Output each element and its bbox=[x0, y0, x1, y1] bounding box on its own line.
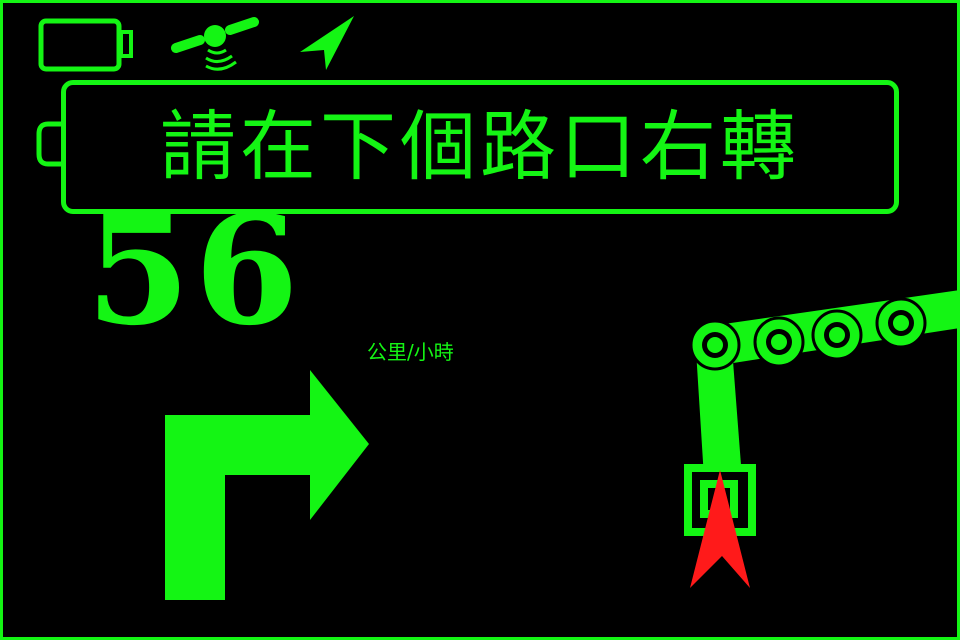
location-arrow-icon bbox=[300, 16, 354, 70]
mini-map bbox=[684, 290, 960, 588]
speed-value: 56 bbox=[86, 183, 303, 359]
waypoint-ring-icon bbox=[875, 297, 927, 349]
instruction-text: 請在下個路口右轉 bbox=[160, 102, 800, 191]
gps-satellite-icon bbox=[171, 17, 259, 71]
turn-right-arrow-icon bbox=[165, 370, 369, 600]
battery-empty-icon bbox=[38, 18, 133, 72]
waypoint-ring-icon bbox=[689, 319, 741, 371]
status-bar bbox=[0, 0, 960, 80]
waypoint-ring-icon bbox=[811, 309, 863, 361]
speed-unit: 公里/小時 bbox=[367, 340, 454, 364]
waypoint-ring-icon bbox=[753, 316, 805, 368]
side-tab-indicator bbox=[36, 121, 62, 167]
